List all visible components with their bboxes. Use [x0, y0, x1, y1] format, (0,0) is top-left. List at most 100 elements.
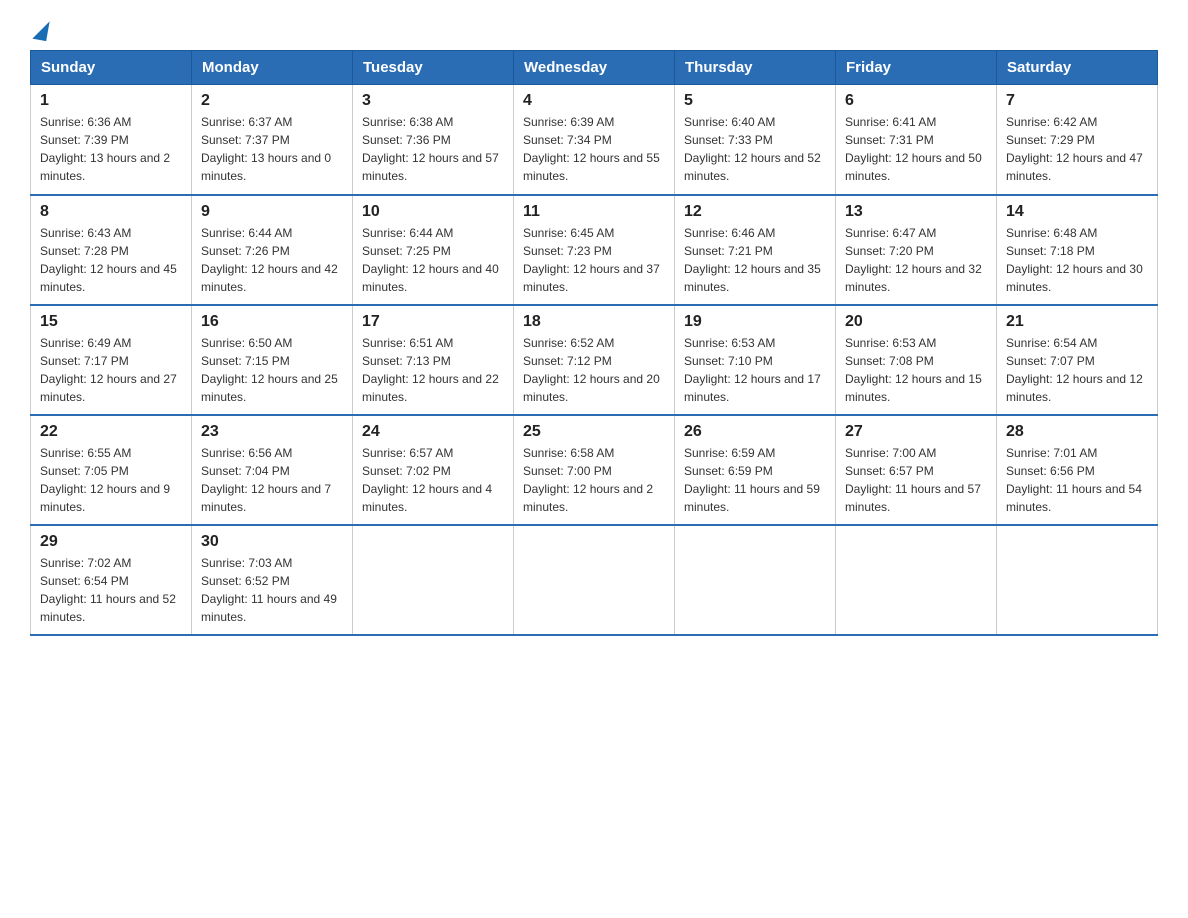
calendar-cell: 16 Sunrise: 6:50 AMSunset: 7:15 PMDayligh…: [192, 305, 353, 415]
calendar-cell: 1 Sunrise: 6:36 AMSunset: 7:39 PMDaylight…: [31, 85, 192, 195]
weekday-header-sunday: Sunday: [31, 51, 192, 85]
calendar-cell: [675, 525, 836, 635]
day-number: 17: [362, 313, 504, 331]
day-number: 13: [845, 203, 987, 221]
calendar-cell: 21 Sunrise: 6:54 AMSunset: 7:07 PMDayligh…: [997, 305, 1158, 415]
day-info: Sunrise: 6:44 AMSunset: 7:25 PMDaylight:…: [362, 224, 504, 296]
day-number: 14: [1006, 203, 1148, 221]
calendar-cell: 6 Sunrise: 6:41 AMSunset: 7:31 PMDaylight…: [836, 85, 997, 195]
day-info: Sunrise: 6:43 AMSunset: 7:28 PMDaylight:…: [40, 224, 182, 296]
day-number: 19: [684, 313, 826, 331]
weekday-header-thursday: Thursday: [675, 51, 836, 85]
day-info: Sunrise: 6:39 AMSunset: 7:34 PMDaylight:…: [523, 113, 665, 185]
day-number: 22: [40, 423, 182, 441]
weekday-header-wednesday: Wednesday: [514, 51, 675, 85]
calendar-cell: [514, 525, 675, 635]
calendar-week-row: 29Sunrise: 7:02 AMSunset: 6:54 PMDayligh…: [31, 525, 1158, 635]
day-info: Sunrise: 6:37 AMSunset: 7:37 PMDaylight:…: [201, 113, 343, 185]
weekday-header-friday: Friday: [836, 51, 997, 85]
logo: [30, 20, 48, 40]
day-info: Sunrise: 6:56 AMSunset: 7:04 PMDaylight:…: [201, 444, 343, 516]
calendar-cell: 11 Sunrise: 6:45 AMSunset: 7:23 PMDayligh…: [514, 195, 675, 305]
day-number: 11: [523, 203, 665, 221]
day-number: 15: [40, 313, 182, 331]
day-number: 5: [684, 92, 826, 110]
day-info: Sunrise: 6:47 AMSunset: 7:20 PMDaylight:…: [845, 224, 987, 296]
day-info: Sunrise: 6:53 AMSunset: 7:08 PMDaylight:…: [845, 334, 987, 406]
calendar-cell: 30 Sunrise: 7:03 AMSunset: 6:52 PMDayligh…: [192, 525, 353, 635]
day-number: 30: [201, 533, 343, 551]
calendar-cell: 24Sunrise: 6:57 AMSunset: 7:02 PMDayligh…: [353, 415, 514, 525]
calendar-cell: 4 Sunrise: 6:39 AMSunset: 7:34 PMDaylight…: [514, 85, 675, 195]
day-number: 4: [523, 92, 665, 110]
weekday-header-saturday: Saturday: [997, 51, 1158, 85]
calendar-cell: 29Sunrise: 7:02 AMSunset: 6:54 PMDayligh…: [31, 525, 192, 635]
day-number: 12: [684, 203, 826, 221]
day-info: Sunrise: 6:58 AMSunset: 7:00 PMDaylight:…: [523, 444, 665, 516]
day-info: Sunrise: 6:49 AMSunset: 7:17 PMDaylight:…: [40, 334, 182, 406]
day-number: 24: [362, 423, 504, 441]
day-info: Sunrise: 6:46 AMSunset: 7:21 PMDaylight:…: [684, 224, 826, 296]
day-number: 8: [40, 203, 182, 221]
calendar-cell: [836, 525, 997, 635]
day-number: 21: [1006, 313, 1148, 331]
day-info: Sunrise: 6:59 AMSunset: 6:59 PMDaylight:…: [684, 444, 826, 516]
day-number: 16: [201, 313, 343, 331]
day-info: Sunrise: 6:55 AMSunset: 7:05 PMDaylight:…: [40, 444, 182, 516]
day-info: Sunrise: 6:52 AMSunset: 7:12 PMDaylight:…: [523, 334, 665, 406]
day-number: 18: [523, 313, 665, 331]
calendar-cell: 25 Sunrise: 6:58 AMSunset: 7:00 PMDayligh…: [514, 415, 675, 525]
day-info: Sunrise: 7:01 AMSunset: 6:56 PMDaylight:…: [1006, 444, 1148, 516]
day-number: 2: [201, 92, 343, 110]
day-number: 25: [523, 423, 665, 441]
day-number: 10: [362, 203, 504, 221]
day-info: Sunrise: 6:36 AMSunset: 7:39 PMDaylight:…: [40, 113, 182, 185]
day-number: 27: [845, 423, 987, 441]
calendar-cell: 9 Sunrise: 6:44 AMSunset: 7:26 PMDaylight…: [192, 195, 353, 305]
day-number: 6: [845, 92, 987, 110]
day-info: Sunrise: 6:38 AMSunset: 7:36 PMDaylight:…: [362, 113, 504, 185]
calendar-cell: 18 Sunrise: 6:52 AMSunset: 7:12 PMDayligh…: [514, 305, 675, 415]
day-info: Sunrise: 6:45 AMSunset: 7:23 PMDaylight:…: [523, 224, 665, 296]
calendar-cell: 23 Sunrise: 6:56 AMSunset: 7:04 PMDayligh…: [192, 415, 353, 525]
day-info: Sunrise: 7:03 AMSunset: 6:52 PMDaylight:…: [201, 554, 343, 626]
calendar-cell: 5 Sunrise: 6:40 AMSunset: 7:33 PMDaylight…: [675, 85, 836, 195]
calendar-cell: 27Sunrise: 7:00 AMSunset: 6:57 PMDayligh…: [836, 415, 997, 525]
day-info: Sunrise: 6:40 AMSunset: 7:33 PMDaylight:…: [684, 113, 826, 185]
day-info: Sunrise: 6:50 AMSunset: 7:15 PMDaylight:…: [201, 334, 343, 406]
day-number: 1: [40, 92, 182, 110]
weekday-header-row: SundayMondayTuesdayWednesdayThursdayFrid…: [31, 51, 1158, 85]
day-info: Sunrise: 6:44 AMSunset: 7:26 PMDaylight:…: [201, 224, 343, 296]
calendar-cell: 26 Sunrise: 6:59 AMSunset: 6:59 PMDayligh…: [675, 415, 836, 525]
calendar-cell: 3Sunrise: 6:38 AMSunset: 7:36 PMDaylight…: [353, 85, 514, 195]
calendar-cell: 17 Sunrise: 6:51 AMSunset: 7:13 PMDayligh…: [353, 305, 514, 415]
day-number: 9: [201, 203, 343, 221]
weekday-header-tuesday: Tuesday: [353, 51, 514, 85]
calendar-table: SundayMondayTuesdayWednesdayThursdayFrid…: [30, 50, 1158, 636]
calendar-cell: 13 Sunrise: 6:47 AMSunset: 7:20 PMDayligh…: [836, 195, 997, 305]
calendar-cell: [997, 525, 1158, 635]
calendar-cell: 22 Sunrise: 6:55 AMSunset: 7:05 PMDayligh…: [31, 415, 192, 525]
logo-triangle-icon: [32, 19, 49, 41]
day-number: 23: [201, 423, 343, 441]
calendar-week-row: 1 Sunrise: 6:36 AMSunset: 7:39 PMDaylight…: [31, 85, 1158, 195]
calendar-cell: [353, 525, 514, 635]
calendar-cell: 19 Sunrise: 6:53 AMSunset: 7:10 PMDayligh…: [675, 305, 836, 415]
day-number: 28: [1006, 423, 1148, 441]
calendar-cell: 10 Sunrise: 6:44 AMSunset: 7:25 PMDayligh…: [353, 195, 514, 305]
calendar-cell: 2 Sunrise: 6:37 AMSunset: 7:37 PMDaylight…: [192, 85, 353, 195]
calendar-cell: 15 Sunrise: 6:49 AMSunset: 7:17 PMDayligh…: [31, 305, 192, 415]
day-info: Sunrise: 6:48 AMSunset: 7:18 PMDaylight:…: [1006, 224, 1148, 296]
page-header: [30, 20, 1158, 40]
weekday-header-monday: Monday: [192, 51, 353, 85]
day-info: Sunrise: 6:54 AMSunset: 7:07 PMDaylight:…: [1006, 334, 1148, 406]
day-info: Sunrise: 6:51 AMSunset: 7:13 PMDaylight:…: [362, 334, 504, 406]
calendar-cell: 20Sunrise: 6:53 AMSunset: 7:08 PMDayligh…: [836, 305, 997, 415]
day-info: Sunrise: 6:42 AMSunset: 7:29 PMDaylight:…: [1006, 113, 1148, 185]
day-info: Sunrise: 6:53 AMSunset: 7:10 PMDaylight:…: [684, 334, 826, 406]
day-number: 26: [684, 423, 826, 441]
calendar-cell: 12 Sunrise: 6:46 AMSunset: 7:21 PMDayligh…: [675, 195, 836, 305]
day-info: Sunrise: 6:41 AMSunset: 7:31 PMDaylight:…: [845, 113, 987, 185]
day-info: Sunrise: 7:02 AMSunset: 6:54 PMDaylight:…: [40, 554, 182, 626]
calendar-cell: 8 Sunrise: 6:43 AMSunset: 7:28 PMDaylight…: [31, 195, 192, 305]
